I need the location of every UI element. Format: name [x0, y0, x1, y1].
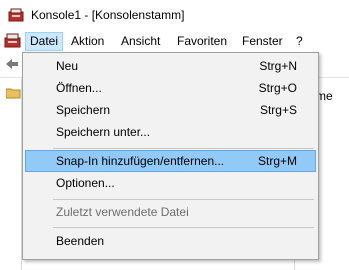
- menu-item-shortcut: Strg+O: [258, 81, 297, 95]
- menu-item-save-as[interactable]: Speichern unter...: [25, 121, 316, 143]
- menu-item-label: Öffnen...: [56, 81, 102, 95]
- menu-aktion[interactable]: Aktion: [66, 32, 109, 51]
- menu-datei[interactable]: Datei: [25, 32, 64, 51]
- menu-item-exit[interactable]: Beenden: [25, 230, 316, 252]
- menu-bar: Datei Aktion Ansicht Favoriten Fenster ?: [0, 31, 349, 52]
- menu-item-shortcut: Strg+N: [259, 59, 297, 73]
- menu-fenster[interactable]: Fenster: [237, 32, 288, 51]
- menu-item-label: Beenden: [56, 234, 105, 248]
- menu-item-recent-file: Zuletzt verwendete Datei: [25, 201, 316, 223]
- menu-item-label: Optionen...: [56, 176, 115, 190]
- menu-separator: [53, 227, 314, 228]
- back-arrow-icon[interactable]: [5, 58, 19, 70]
- menu-item-label: Snap-In hinzufügen/entfernen...: [56, 154, 225, 168]
- menu-item-label: Speichern: [56, 103, 111, 117]
- menu-ansicht[interactable]: Ansicht: [116, 32, 165, 51]
- menu-help[interactable]: ?: [291, 32, 308, 51]
- menu-item-label: Neu: [56, 59, 79, 73]
- menu-separator: [53, 148, 314, 149]
- menu-item-label: Zuletzt verwendete Datei: [56, 205, 189, 219]
- tree-pane: [0, 79, 22, 270]
- window-title: Konsole1 - [Konsolenstamm]: [31, 8, 185, 22]
- menu-item-label: Speichern unter...: [56, 125, 151, 139]
- menu-item-save[interactable]: Speichern Strg+S: [25, 99, 316, 121]
- menu-separator: [53, 199, 314, 200]
- menu-favoriten[interactable]: Favoriten: [172, 32, 232, 51]
- title-bar: Konsole1 - [Konsolenstamm]: [0, 0, 349, 31]
- menu-item-shortcut: Strg+M: [257, 154, 297, 168]
- file-menu-dropdown: Neu Strg+N Öffnen... Strg+O Speichern St…: [22, 52, 319, 260]
- mmc-app-icon: [8, 8, 24, 22]
- menu-item-new[interactable]: Neu Strg+N: [25, 55, 316, 77]
- menu-item-options[interactable]: Optionen...: [25, 172, 316, 194]
- mmc-menu-icon[interactable]: [4, 33, 21, 48]
- menu-item-shortcut: Strg+S: [259, 103, 297, 117]
- menu-item-open[interactable]: Öffnen... Strg+O: [25, 77, 316, 99]
- menu-item-add-remove-snapin[interactable]: Snap-In hinzufügen/entfernen... Strg+M: [25, 150, 316, 172]
- folder-icon[interactable]: [6, 87, 21, 99]
